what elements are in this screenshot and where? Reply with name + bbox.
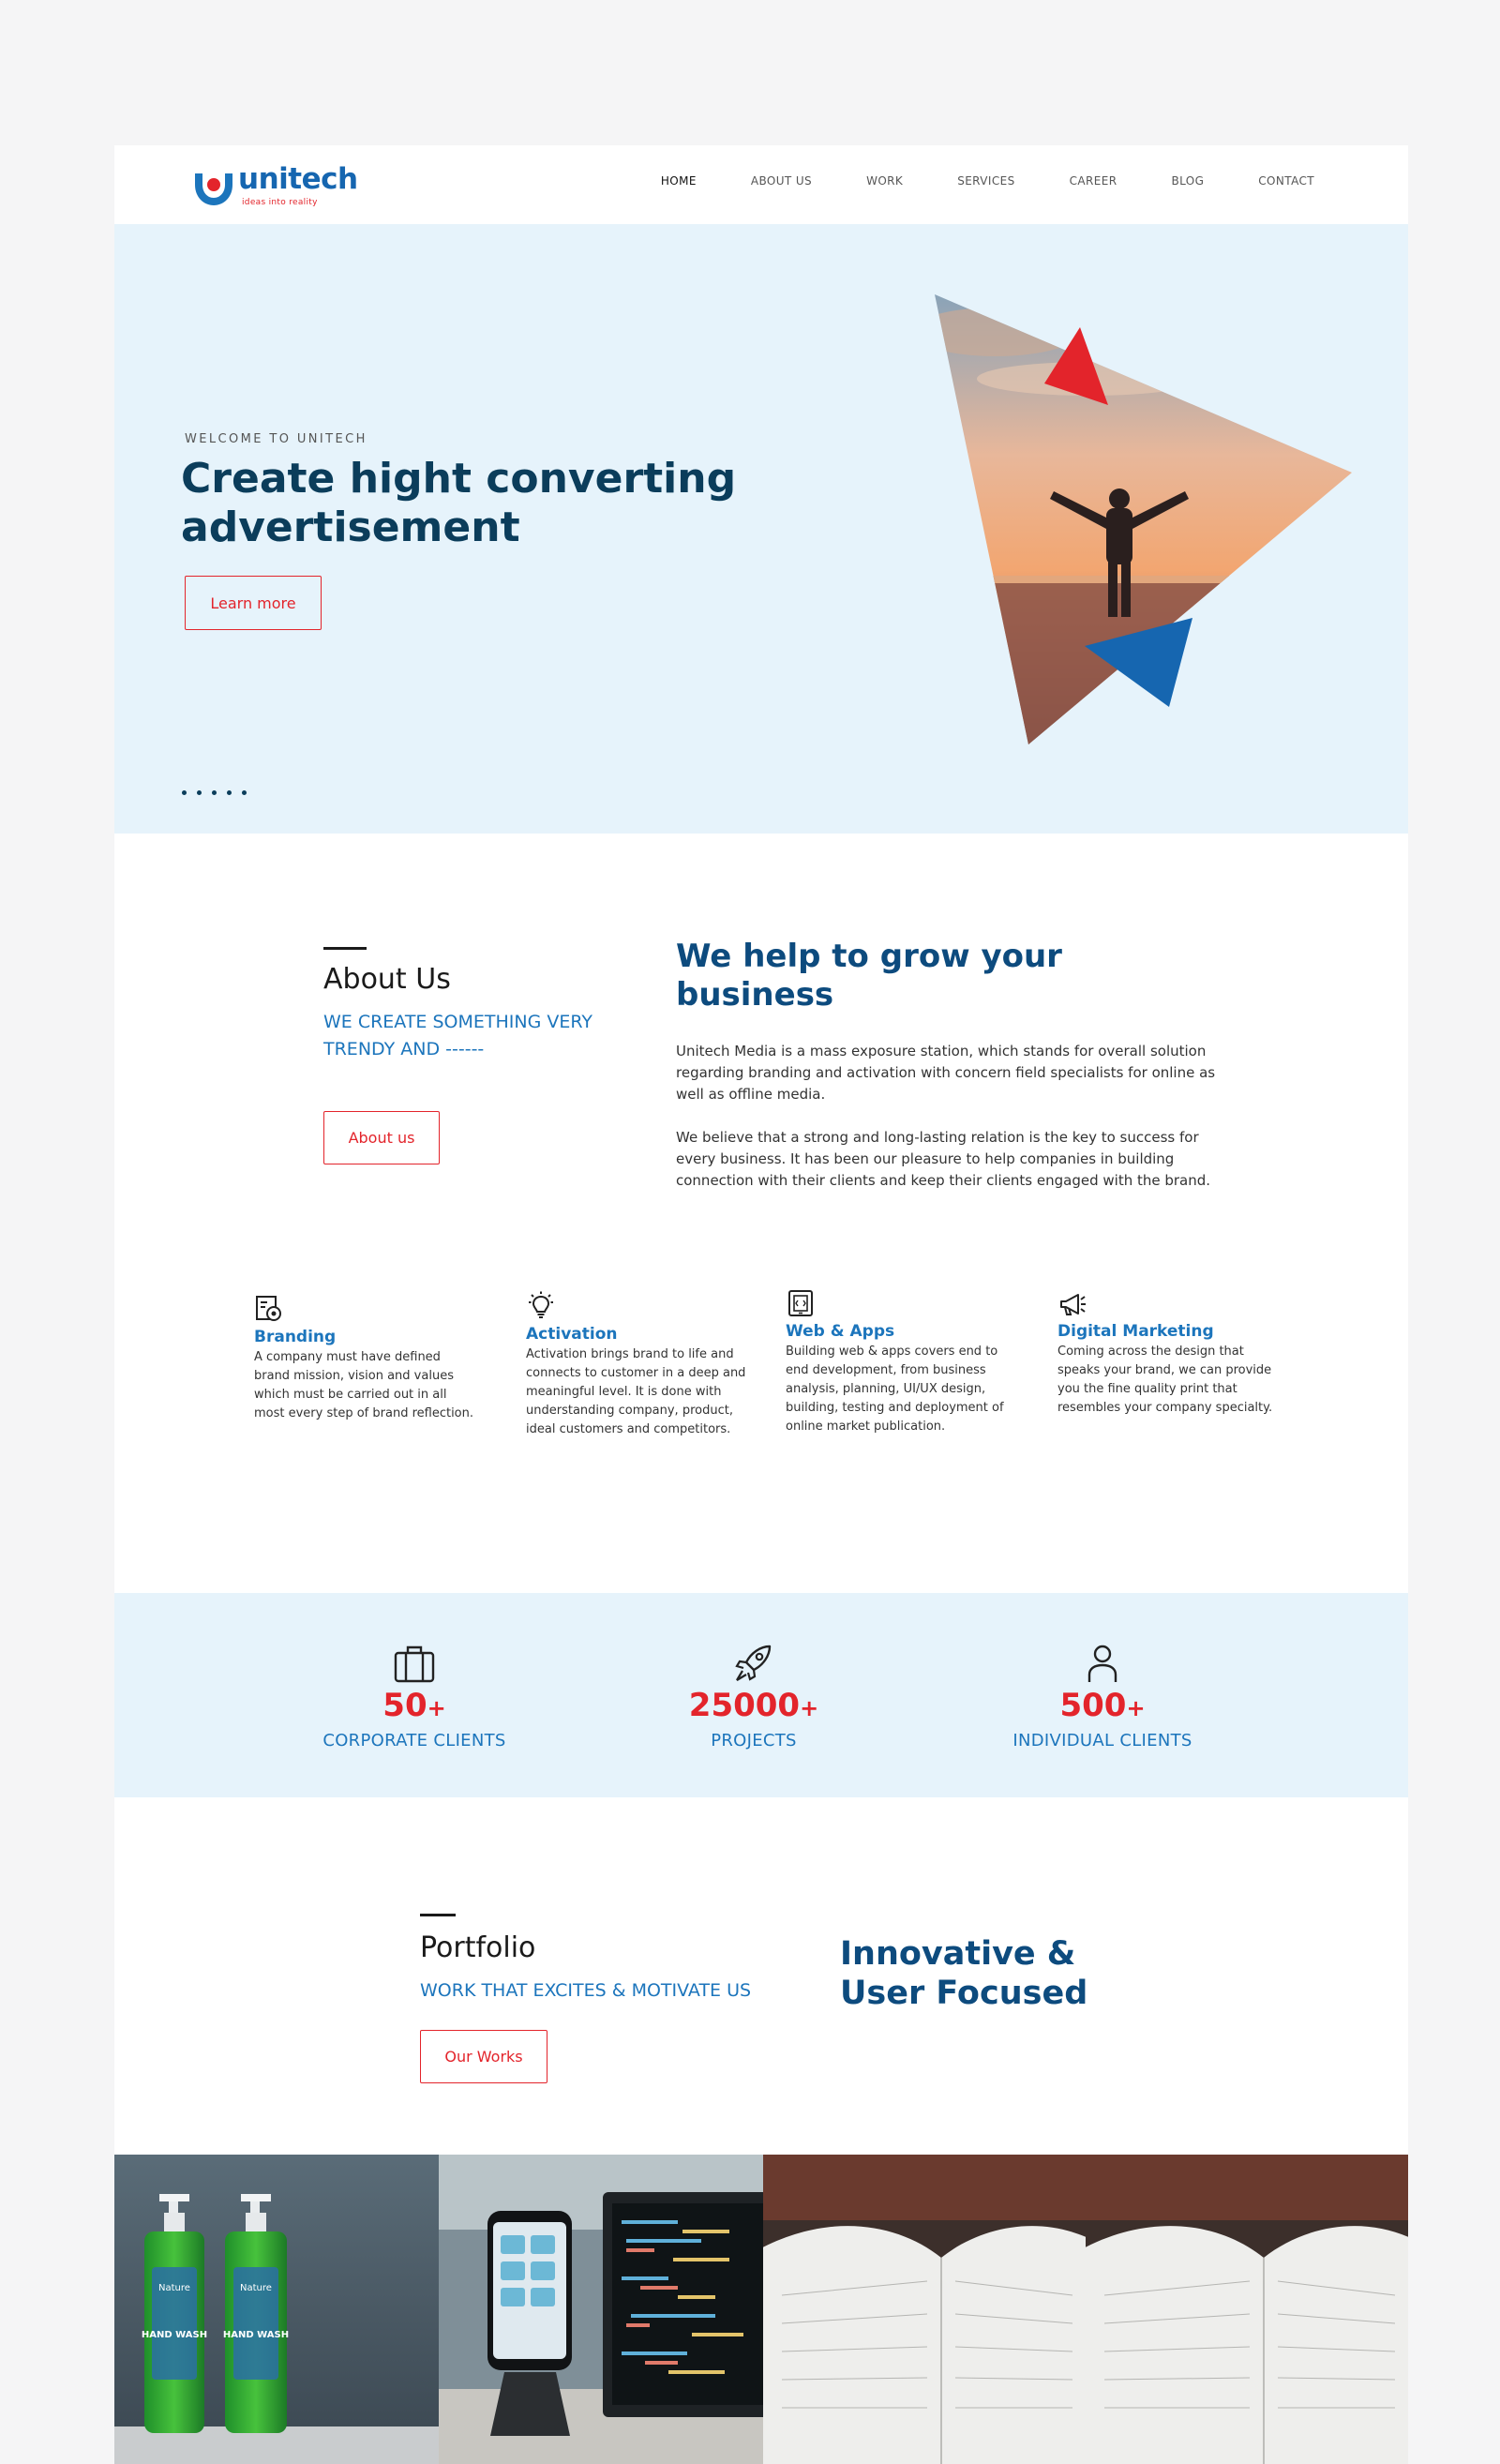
portfolio-divider <box>420 1914 456 1916</box>
page-frame: unitech ideas into reality HOME ABOUT US… <box>114 145 1408 2464</box>
about-us-button[interactable]: About us <box>323 1111 440 1164</box>
stat-corporate-clients: 50+ CORPORATE CLIENTS <box>292 1642 536 1750</box>
stat-value: 50+ <box>382 1687 446 1724</box>
nav-blog[interactable]: BLOG <box>1171 174 1204 188</box>
service-web-apps: Web & Apps Building web & apps covers en… <box>786 1288 1006 1436</box>
hero-title: Create hight converting advertisement <box>181 455 737 551</box>
nav-services[interactable]: SERVICES <box>957 174 1014 188</box>
phone-and-laptop-photo[interactable] <box>439 2155 763 2464</box>
main-nav: HOME ABOUT US WORK SERVICES CAREER BLOG … <box>607 174 1314 188</box>
nav-career[interactable]: CAREER <box>1070 174 1118 188</box>
unitech-logo[interactable]: unitech ideas into reality <box>189 157 368 215</box>
lightbulb-icon <box>529 1291 553 1318</box>
stat-value: 500+ <box>1059 1687 1146 1724</box>
portfolio-heading: Innovative & User Focused <box>840 1935 1088 2012</box>
nav-about-us[interactable]: ABOUT US <box>751 174 812 188</box>
stat-individual-clients: 500+ INDIVIDUAL CLIENTS <box>981 1642 1224 1750</box>
nav-contact[interactable]: CONTACT <box>1258 174 1314 188</box>
stat-projects: 25000+ PROJECTS <box>632 1642 876 1750</box>
help-body: Unitech Media is a mass exposure station… <box>676 1041 1238 1192</box>
rocket-icon <box>735 1645 772 1681</box>
service-title: Digital Marketing <box>1058 1322 1214 1341</box>
service-activation: Activation Activation brings brand to li… <box>526 1291 746 1439</box>
hero-section: WELCOME TO UNITECH Create hight converti… <box>114 224 1408 834</box>
stat-label: INDIVIDUAL CLIENTS <box>1012 1731 1192 1750</box>
open-planner-photo[interactable] <box>763 2155 1086 2464</box>
portfolio-title: Portfolio <box>420 1931 536 1964</box>
stats-band: 50+ CORPORATE CLIENTS 25000+ PROJECTS 50… <box>114 1593 1408 1797</box>
hand-wash-bottles-photo[interactable]: Nature HAND WASH Nature HAND WASH <box>114 2155 439 2464</box>
portfolio-subtitle: WORK THAT EXCITES & MOTIVATE US <box>420 1980 752 2001</box>
svg-text:Nature: Nature <box>240 2283 272 2293</box>
logo-mark-icon <box>195 173 232 205</box>
svg-text:HAND WASH: HAND WASH <box>223 2330 289 2340</box>
briefcase-icon <box>394 1645 435 1683</box>
logo-wordmark: unitech <box>238 162 358 196</box>
slider-dot[interactable] <box>242 790 247 795</box>
slider-dot[interactable] <box>212 790 217 795</box>
open-planner-photo-2[interactable] <box>1086 2155 1408 2464</box>
about-title: About Us <box>323 963 451 996</box>
slider-dot[interactable] <box>227 790 232 795</box>
portfolio-gallery: Nature HAND WASH Nature HAND WASH <box>114 2155 1408 2464</box>
about-subtitle: WE CREATE SOMETHING VERY TRENDY AND ----… <box>323 1012 592 1059</box>
service-description: A company must have defined brand missio… <box>254 1350 474 1420</box>
slider-dot[interactable] <box>182 790 187 795</box>
hero-triangle-image <box>935 294 1352 744</box>
branding-icon <box>256 1296 281 1321</box>
megaphone-icon <box>1060 1294 1086 1315</box>
service-digital-marketing: Digital Marketing Coming across the desi… <box>1058 1288 1278 1418</box>
logo-tagline: ideas into reality <box>242 198 318 207</box>
svg-text:HAND WASH: HAND WASH <box>142 2330 207 2340</box>
service-title: Branding <box>254 1328 337 1346</box>
service-description: Coming across the design that speaks you… <box>1058 1345 1273 1415</box>
service-description: Building web & apps covers end to end de… <box>786 1345 1004 1434</box>
our-works-button[interactable]: Our Works <box>420 2030 548 2083</box>
service-title: Activation <box>526 1325 618 1344</box>
learn-more-button[interactable]: Learn more <box>185 576 322 630</box>
service-branding: Branding A company must have defined bra… <box>254 1294 474 1423</box>
stat-label: CORPORATE CLIENTS <box>322 1731 506 1750</box>
slider-dot[interactable] <box>197 790 202 795</box>
service-description: Activation brings brand to life and conn… <box>526 1347 746 1436</box>
svg-text:Nature: Nature <box>158 2283 190 2293</box>
stat-label: PROJECTS <box>711 1731 797 1750</box>
nav-work[interactable]: WORK <box>866 174 903 188</box>
stat-value: 25000+ <box>688 1687 819 1724</box>
service-title: Web & Apps <box>786 1322 895 1341</box>
slider-dots <box>182 790 247 795</box>
help-heading: We help to grow your business <box>676 938 1062 1014</box>
about-divider <box>323 947 367 950</box>
person-icon <box>1088 1645 1118 1682</box>
help-paragraph: Unitech Media is a mass exposure station… <box>676 1043 1216 1103</box>
hero-kicker: WELCOME TO UNITECH <box>185 432 368 446</box>
nav-home[interactable]: HOME <box>661 174 697 188</box>
site-header: unitech ideas into reality HOME ABOUT US… <box>114 145 1408 224</box>
help-paragraph: We believe that a strong and long-lastin… <box>676 1129 1211 1189</box>
tablet-icon <box>788 1290 813 1316</box>
